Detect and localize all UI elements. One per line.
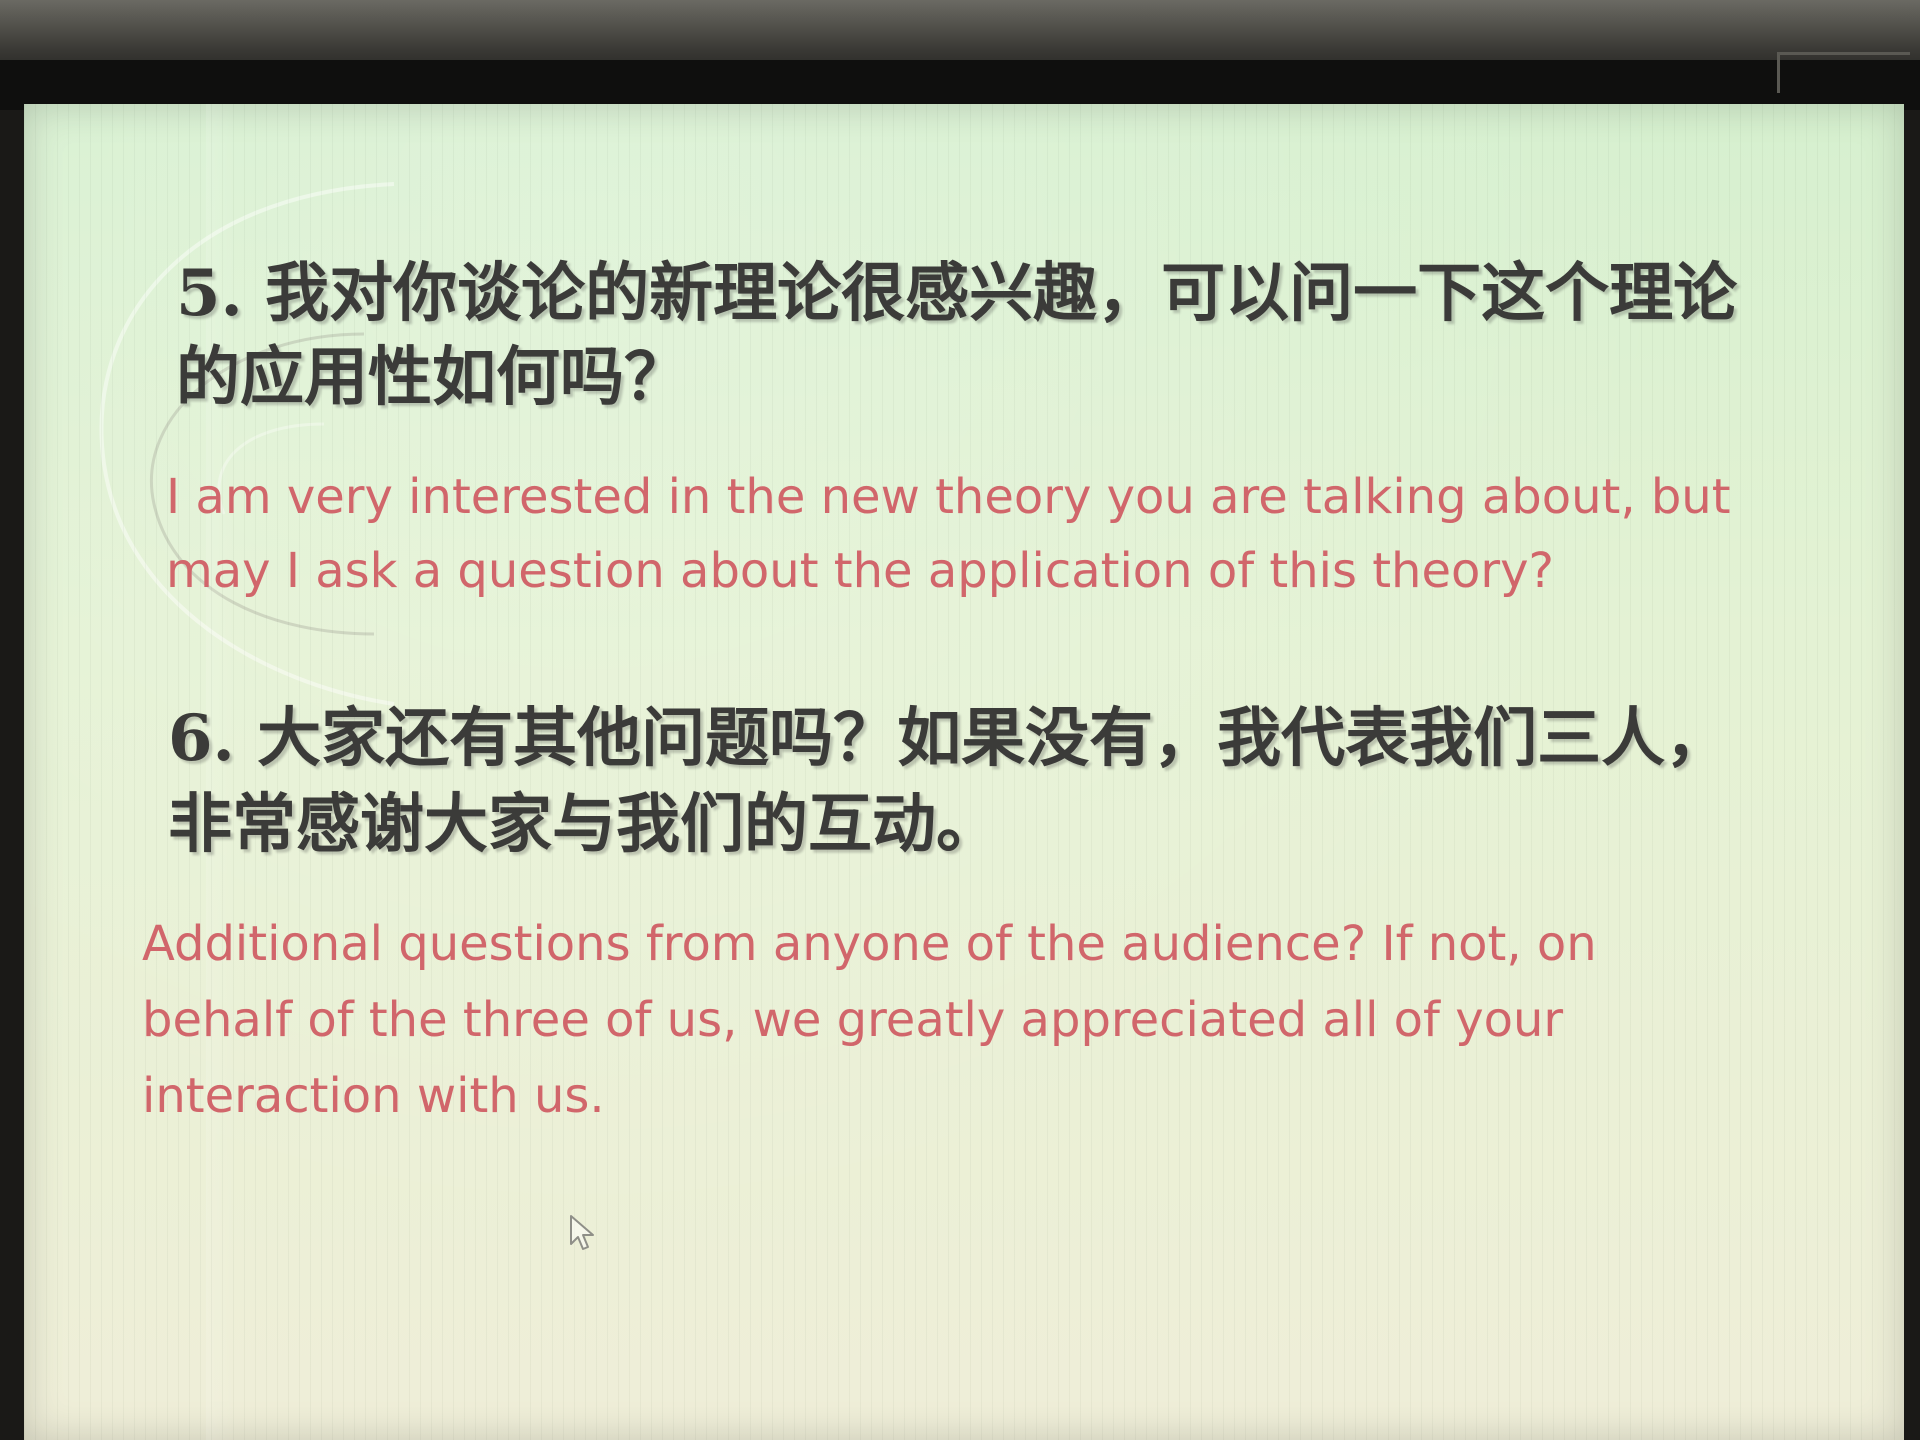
question-6-translation: Additional questions from anyone of the … bbox=[142, 916, 1597, 1124]
mouse-cursor-icon bbox=[570, 1215, 594, 1250]
monitor-bezel bbox=[0, 60, 1920, 110]
question-5-translation: I am very interested in the new theory y… bbox=[166, 469, 1731, 599]
question-5: 5. 我对你谈论的新理论很感兴趣，可以问一下这个理论的应用性如何吗？ bbox=[176, 256, 1738, 415]
monitor-corner-edge bbox=[1777, 52, 1910, 93]
question-6: 6. 大家还有其他问题吗？如果没有，我代表我们三人，非常感谢大家与我们的互动。 bbox=[168, 701, 1730, 862]
photo-of-projected-slide: 5. 我对你谈论的新理论很感兴趣，可以问一下这个理论的应用性如何吗？ I am … bbox=[0, 0, 1920, 1440]
